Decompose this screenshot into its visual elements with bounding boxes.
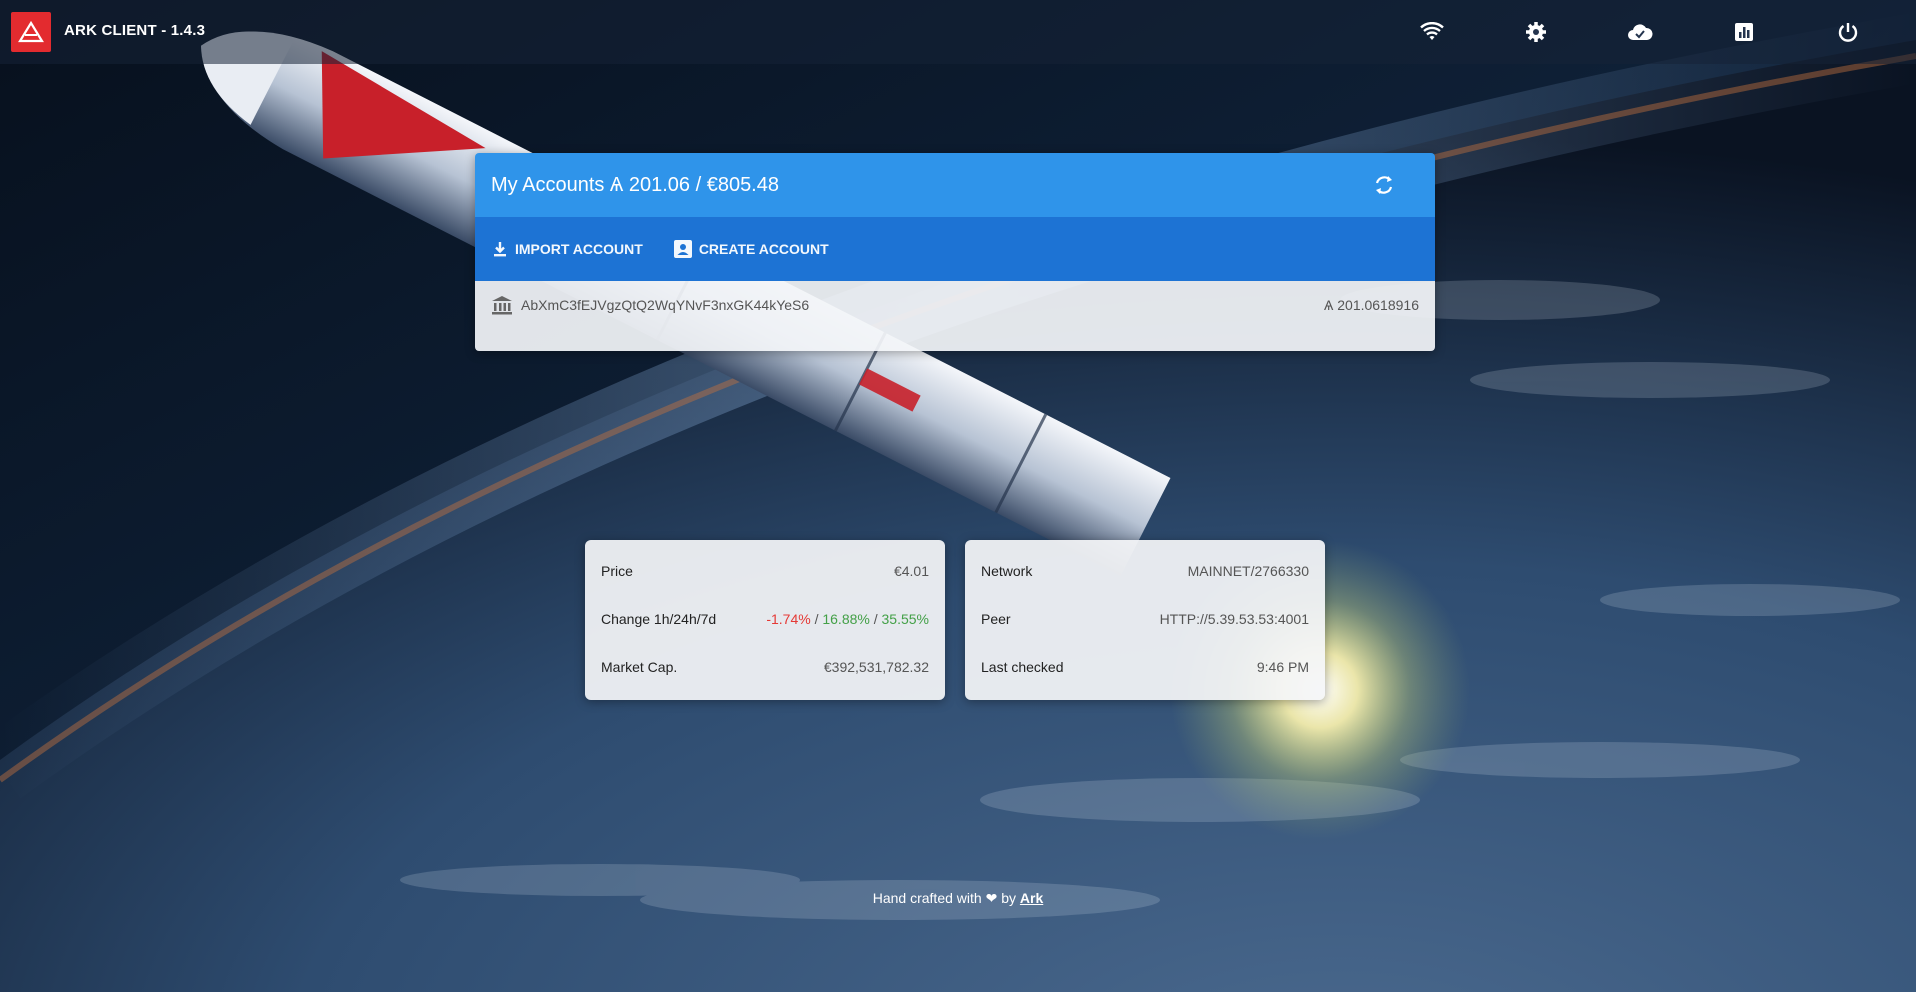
price-value: €4.01: [893, 563, 929, 579]
top-app-bar: ARK CLIENT - 1.4.3: [0, 0, 1916, 64]
change-values: -1.74% / 16.88% / 35.55%: [766, 611, 929, 627]
account-balance: Ѧ 201.0618916: [1324, 297, 1419, 313]
import-account-label: IMPORT ACCOUNT: [515, 241, 643, 257]
ark-logo-icon: [18, 20, 44, 43]
change-7d: 35.55%: [881, 611, 929, 627]
price-label: Price: [601, 563, 633, 579]
create-account-label: CREATE ACCOUNT: [698, 241, 829, 257]
download-icon: [494, 242, 506, 257]
chart-icon[interactable]: [1730, 18, 1758, 46]
price-row: Price €4.01: [601, 559, 929, 583]
ark-logo[interactable]: [11, 12, 51, 52]
footer-prefix: Hand crafted with: [872, 890, 982, 906]
last-checked-row: Last checked 9:46 PM: [981, 655, 1309, 679]
wifi-icon[interactable]: [1418, 18, 1446, 46]
account-list-item[interactable]: AbXmC3fEJVgzQtQ2WqYNvF3nxGK44kYeS6 Ѧ 201…: [491, 293, 1419, 317]
accounts-header: My Accounts Ѧ 201.06 / €805.48: [475, 153, 1435, 217]
my-accounts-card: My Accounts Ѧ 201.06 / €805.48 IMPORT AC…: [475, 153, 1435, 351]
app-title: ARK CLIENT - 1.4.3: [64, 22, 206, 39]
change-separator: /: [873, 611, 878, 627]
last-checked-label: Last checked: [981, 659, 1064, 675]
space-rocket-background: [0, 0, 1916, 992]
network-row: Network MAINNET/2766330: [981, 559, 1309, 583]
accounts-list: AbXmC3fEJVgzQtQ2WqYNvF3nxGK44kYeS6 Ѧ 201…: [475, 281, 1435, 351]
create-account-button[interactable]: CREATE ACCOUNT: [673, 239, 829, 259]
accounts-title: My Accounts Ѧ 201.06 / €805.48: [491, 173, 779, 196]
change-label: Change 1h/24h/7d: [601, 611, 717, 627]
refresh-icon[interactable]: [1371, 172, 1397, 198]
market-cap-value: €392,531,782.32: [823, 659, 929, 675]
market-info-card: Price €4.01 Change 1h/24h/7d -1.74% / 16…: [585, 540, 945, 700]
change-24h: 16.88%: [822, 611, 870, 627]
last-checked-value: 9:46 PM: [1256, 659, 1309, 675]
footer: Hand crafted with ❤ by Ark: [0, 890, 1916, 907]
peer-value: HTTP://5.39.53.53:4001: [1159, 611, 1309, 627]
market-cap-label: Market Cap.: [601, 659, 678, 675]
ark-link[interactable]: Ark: [1020, 890, 1043, 906]
import-account-button[interactable]: IMPORT ACCOUNT: [491, 240, 643, 258]
bank-icon: [492, 296, 512, 315]
network-info-card: Network MAINNET/2766330 Peer HTTP://5.39…: [965, 540, 1325, 700]
power-icon[interactable]: [1834, 18, 1862, 46]
network-value: MAINNET/2766330: [1187, 563, 1309, 579]
footer-by: by: [1001, 890, 1016, 906]
gear-icon[interactable]: [1522, 18, 1550, 46]
change-1h: -1.74%: [766, 611, 811, 627]
accounts-actions: IMPORT ACCOUNT CREATE ACCOUNT: [475, 217, 1435, 281]
market-cap-row: Market Cap. €392,531,782.32: [601, 655, 929, 679]
peer-label: Peer: [981, 611, 1011, 627]
network-label: Network: [981, 563, 1033, 579]
peer-row: Peer HTTP://5.39.53.53:4001: [981, 607, 1309, 631]
heart-icon: ❤: [985, 890, 998, 906]
cloud-done-icon[interactable]: [1626, 18, 1654, 46]
change-row: Change 1h/24h/7d -1.74% / 16.88% / 35.55…: [601, 607, 929, 631]
account-box-icon: [673, 240, 692, 258]
change-separator: /: [814, 611, 819, 627]
account-address: AbXmC3fEJVgzQtQ2WqYNvF3nxGK44kYeS6: [521, 297, 810, 313]
